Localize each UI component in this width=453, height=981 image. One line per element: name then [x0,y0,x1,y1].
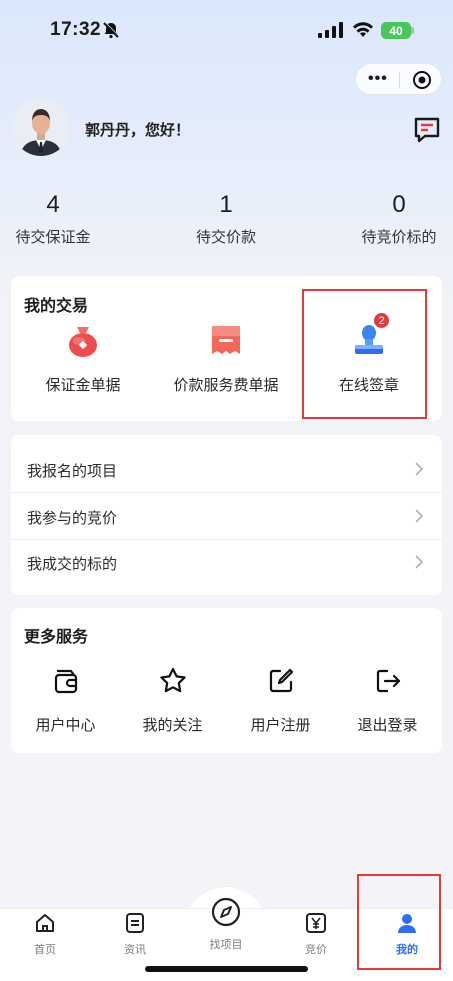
stat-pending-payment[interactable]: 1 待交价款 [161,190,291,247]
tab-label: 找项目 [209,939,243,951]
status-bar: 17:32 40 [0,0,453,60]
battery-indicator: 40 [381,22,411,39]
stat-label: 待交保证金 [15,229,91,246]
tab-label: 首页 [34,944,56,956]
logout-label: 退出登录 [357,717,418,734]
status-time: 17:32 [50,19,102,40]
avatar[interactable] [12,98,70,156]
tab-news[interactable]: 资讯 [95,912,175,957]
user-register-button[interactable]: 用户注册 [227,666,334,735]
my-records-card: 我报名的项目 我参与的竞价 我成交的标的 [11,435,442,595]
my-favorites-button[interactable]: 我的关注 [119,666,226,735]
close-target-icon[interactable] [412,70,432,90]
logout-button[interactable]: 退出登录 [334,666,441,735]
capsule-divider [399,72,400,88]
signal-icon [318,22,343,38]
tab-home[interactable]: 首页 [5,912,85,957]
avatar-portrait-icon [12,98,70,156]
service-fee-receipts-label: 价款服务费单据 [173,377,279,394]
mute-bell-icon [103,21,120,39]
more-services-card: 更多服务 用户中心 我的关注 用户注册 退出登录 [11,608,442,753]
stat-label: 待竞价标的 [361,229,437,246]
highlight-frame-signature [302,289,427,419]
wifi-icon [353,22,373,37]
list-item-label: 我成交的标的 [27,556,118,573]
logout-icon [376,669,400,693]
money-bag-icon [69,327,97,357]
compass-icon [211,897,241,927]
news-icon [126,913,144,933]
home-icon [36,914,54,932]
user-center-label: 用户中心 [35,717,96,734]
more-services-title: 更多服务 [24,629,89,646]
stat-value: 1 [219,191,233,218]
receipt-icon [212,326,240,354]
deposit-receipts-button[interactable]: 保证金单据 [13,320,153,395]
chevron-right-icon [415,509,424,523]
list-item-label: 我报名的项目 [27,463,118,480]
chevron-right-icon [415,462,424,476]
yen-icon [306,913,326,933]
battery-level: 40 [389,23,403,38]
user-center-button[interactable]: 用户中心 [12,666,119,735]
user-register-label: 用户注册 [250,717,311,734]
message-icon[interactable] [412,115,442,145]
miniprogram-capsule: ••• [355,63,442,95]
tab-bidding[interactable]: 竞价 [276,912,356,957]
deposit-receipts-label: 保证金单据 [45,377,121,394]
home-indicator [145,966,308,972]
tab-label: 资讯 [124,944,146,956]
service-fee-receipts-button[interactable]: 价款服务费单据 [156,320,296,395]
tab-find-project[interactable]: 找项目 [186,896,266,952]
edit-icon [269,668,293,693]
battery-tip [411,27,414,34]
stat-pending-bid[interactable]: 0 待竞价标的 [334,190,453,247]
star-icon [159,667,186,693]
my-favorites-label: 我的关注 [142,717,203,734]
more-options-icon[interactable]: ••• [368,71,388,87]
greeting-text: 郭丹丹，您好！ [85,122,191,139]
stat-value: 4 [46,191,60,218]
stat-pending-deposit[interactable]: 4 待交保证金 [0,190,118,247]
list-item-label: 我参与的竞价 [27,510,118,527]
my-trade-title: 我的交易 [24,298,89,315]
stat-label: 待交价款 [195,229,256,246]
list-item-won-lots[interactable]: 我成交的标的 [11,539,442,585]
wallet-icon [54,669,77,694]
tab-label: 竞价 [305,944,327,956]
chevron-right-icon [415,555,424,569]
stat-value: 0 [392,191,406,218]
highlight-frame-mine-tab [357,874,441,970]
list-item-joined-bids[interactable]: 我参与的竞价 [11,493,442,539]
list-item-registered-projects[interactable]: 我报名的项目 [11,446,442,492]
